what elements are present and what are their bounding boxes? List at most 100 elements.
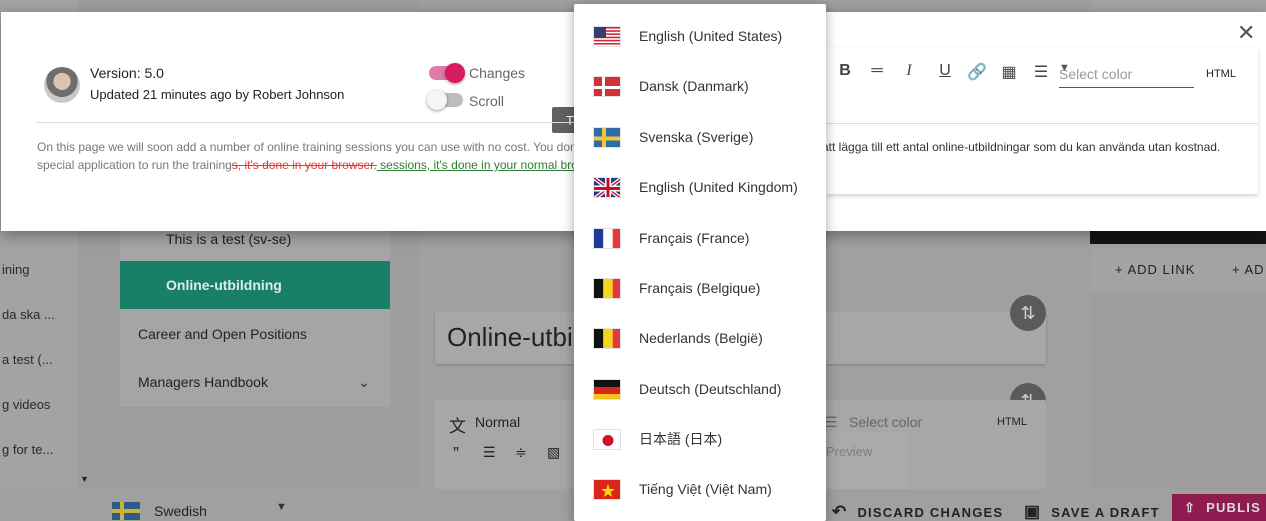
image-icon[interactable]: ▧ — [547, 444, 560, 461]
discard-changes-button[interactable]: ↶ DISCARD CHANGES — [832, 502, 1003, 521]
toggle-knob — [445, 63, 465, 83]
be-flag-icon — [593, 327, 621, 349]
editor-html-button[interactable]: HTML — [997, 416, 1027, 428]
navigation-panel: This is a test (sv-se) Online-utbildning… — [120, 215, 390, 407]
caret-down-icon: ▼ — [276, 501, 287, 513]
table-icon[interactable]: ▦ — [998, 62, 1020, 82]
compare-icon[interactable]: ⇅ — [1010, 295, 1046, 331]
de-flag-icon — [593, 378, 621, 400]
version-label: Version: 5.0 — [90, 65, 164, 81]
nav-item-online-utbildning[interactable]: Online-utbildning — [120, 261, 390, 309]
translate-icon[interactable]: 文 — [449, 412, 466, 437]
caret-down-icon: ▼ — [1059, 62, 1070, 74]
language-option-da-dk[interactable]: Dansk (Danmark) — [574, 61, 826, 111]
list-numbered-icon[interactable]: ☰ — [825, 414, 838, 431]
strikethrough-icon[interactable]: ≑ — [515, 444, 527, 461]
nav-item-career[interactable]: Career and Open Positions — [120, 310, 390, 358]
left-list-item[interactable]: da ska ... — [2, 307, 55, 322]
publish-button[interactable]: ⇧ PUBLIS — [1172, 494, 1266, 521]
publish-icon: ⇧ — [1184, 499, 1197, 515]
publish-label: PUBLIS — [1206, 500, 1261, 515]
nav-item-label: Managers Handbook — [138, 374, 268, 390]
gb-flag-icon — [593, 176, 621, 198]
avatar — [44, 67, 80, 103]
page-title: Online-utbi — [447, 322, 573, 352]
quote-icon[interactable]: ” — [453, 444, 459, 465]
italic-icon[interactable]: I — [898, 62, 920, 80]
left-list-item[interactable]: g videos — [2, 397, 50, 412]
list-numbered-icon[interactable]: ☰ — [1030, 62, 1052, 82]
html-button[interactable]: HTML — [1206, 68, 1236, 80]
add-link-button-2[interactable]: + AD — [1232, 262, 1265, 277]
preview-button[interactable]: Preview — [818, 432, 906, 490]
format-select[interactable]: Normal — [475, 414, 520, 430]
changes-toggle[interactable] — [429, 63, 465, 83]
se-flag-icon — [112, 502, 140, 520]
language-option-vi-vn[interactable]: Tiếng Việt (Việt Nam) — [574, 464, 826, 514]
close-icon[interactable]: ✕ — [1237, 22, 1255, 44]
language-option-fr-be[interactable]: Français (Belgique) — [574, 263, 826, 313]
language-option-label: Nederlands (België) — [639, 330, 763, 346]
divider — [36, 122, 576, 123]
scroll-down-arrow-icon[interactable]: ▼ — [80, 474, 89, 484]
select-color-dropdown[interactable]: Select color ▼ — [1059, 60, 1194, 88]
discard-label: DISCARD CHANGES — [857, 504, 1004, 520]
underline-icon[interactable]: U — [934, 62, 956, 80]
changes-label: Changes — [469, 65, 526, 81]
scroll-label: Scroll — [469, 93, 505, 109]
undo-icon: ↶ — [832, 502, 848, 521]
updated-label: Updated 21 minutes ago by Robert Johnson — [90, 87, 345, 102]
left-list-item[interactable]: a test (... — [2, 352, 53, 367]
vn-flag-icon — [593, 478, 621, 500]
toggle-knob — [427, 90, 447, 110]
language-option-label: Dansk (Danmark) — [639, 78, 749, 94]
language-option-label: Tiếng Việt (Việt Nam) — [639, 481, 772, 497]
language-option-nl-be[interactable]: Nederlands (België) — [574, 313, 826, 363]
language-option-ja-jp[interactable]: 日本語 (日本) — [574, 414, 826, 464]
list-icon[interactable]: ☰ — [483, 444, 496, 461]
left-list-item[interactable]: ining — [2, 262, 29, 277]
nav-item-label: Career and Open Positions — [138, 326, 307, 342]
inserted-text: sessions, it's done in your normal brows — [376, 158, 593, 172]
language-option-label: 日本語 (日本) — [639, 431, 723, 447]
divider — [826, 123, 1258, 124]
nav-item-label: This is a test (sv-se) — [166, 231, 292, 247]
nav-item-managers-handbook[interactable]: Managers Handbook ⌄ — [120, 358, 390, 406]
language-option-de-de[interactable]: Deutsch (Deutschland) — [574, 364, 826, 414]
be-flag-icon — [593, 277, 621, 299]
fr-flag-icon — [593, 227, 621, 249]
horizontal-rule-icon[interactable]: ═ — [866, 62, 888, 80]
left-list-item[interactable]: g for te... — [2, 442, 53, 457]
language-selector-label: Swedish — [154, 503, 207, 519]
add-link-button[interactable]: + ADD LINK — [1115, 262, 1195, 277]
language-option-label: Français (Belgique) — [639, 280, 761, 296]
language-option-fr-fr[interactable]: Français (France) — [574, 213, 826, 263]
language-option-label: Français (France) — [639, 230, 750, 246]
plain-text: special application to run the training — [37, 158, 232, 172]
link-icon[interactable]: 🔗 — [966, 62, 988, 82]
language-option-en-gb[interactable]: English (United Kingdom) — [574, 162, 826, 212]
deleted-text: s, it's done in your browser. — [231, 158, 377, 172]
language-option-label: English (United States) — [639, 28, 783, 44]
nav-item-label: Online-utbildning — [166, 277, 282, 293]
save-draft-label: SAVE A DRAFT — [1051, 504, 1160, 520]
editor-select-color[interactable]: Select color — [849, 414, 922, 430]
language-option-label: Svenska (Sverige) — [639, 129, 754, 145]
language-option-en-us[interactable]: English (United States) — [574, 11, 826, 61]
chevron-down-icon[interactable]: ⌄ — [358, 374, 370, 391]
jp-flag-icon — [593, 428, 621, 450]
us-flag-icon — [593, 25, 621, 47]
save-icon: ▣ — [1024, 502, 1042, 521]
se-flag-icon — [593, 126, 621, 148]
language-selector[interactable]: Swedish ▼ — [112, 501, 287, 521]
language-dropdown-menu: English (United States) Dansk (Danmark) … — [574, 4, 826, 521]
preview-label: Preview — [826, 444, 873, 459]
scroll-toggle[interactable] — [427, 90, 463, 110]
save-draft-button[interactable]: ▣ SAVE A DRAFT — [1024, 502, 1160, 521]
language-option-label: Deutsch (Deutschland) — [639, 381, 782, 397]
translated-text[interactable]: att lägga till ett antal online-utbildni… — [822, 140, 1220, 154]
language-option-label: English (United Kingdom) — [639, 179, 798, 195]
language-option-sv-se[interactable]: Svenska (Sverige) — [574, 112, 826, 162]
bold-icon[interactable]: B — [834, 62, 856, 80]
revision-text-line-2: special application to run the trainings… — [37, 158, 593, 172]
